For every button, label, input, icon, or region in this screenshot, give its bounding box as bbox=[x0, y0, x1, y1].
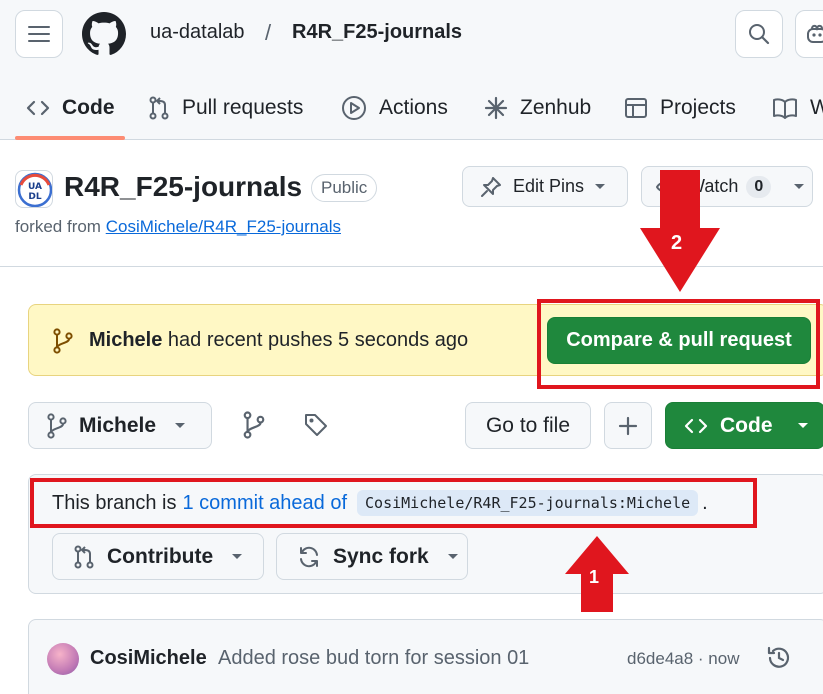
chevron-down-icon bbox=[595, 183, 606, 189]
code-icon bbox=[684, 418, 708, 433]
sync-icon bbox=[300, 546, 318, 567]
search-button[interactable] bbox=[735, 10, 783, 58]
copilot-icon bbox=[807, 24, 823, 43]
tab-wiki[interactable]: W bbox=[772, 88, 823, 128]
history-icon bbox=[767, 646, 790, 668]
edit-pins-label: Edit Pins bbox=[513, 176, 585, 196]
tab-code[interactable]: Code bbox=[26, 88, 115, 128]
annotation-arrow-down bbox=[640, 170, 720, 292]
forked-from: forked from CosiMichele/R4R_F25-journals bbox=[15, 217, 341, 237]
tab-actions-label: Actions bbox=[379, 96, 448, 119]
code-dropdown-button[interactable]: Code bbox=[665, 402, 823, 449]
pusher-name[interactable]: Michele bbox=[89, 329, 162, 351]
chevron-down-icon bbox=[447, 553, 458, 559]
actions-play-icon bbox=[342, 96, 366, 120]
avatar[interactable] bbox=[47, 643, 79, 675]
tab-zenhub-label: Zenhub bbox=[520, 96, 592, 119]
sync-fork-label: Sync fork bbox=[333, 544, 429, 568]
tab-wiki-label: W bbox=[810, 96, 823, 119]
tab-pull-requests[interactable]: Pull requests bbox=[148, 88, 303, 128]
tab-code-label: Code bbox=[62, 96, 115, 119]
push-message: had recent pushes 5 seconds ago bbox=[162, 329, 469, 351]
plus-icon bbox=[618, 416, 638, 435]
forked-prefix: forked from bbox=[15, 217, 101, 236]
pin-icon bbox=[481, 176, 501, 197]
annotation-label-1: 1 bbox=[589, 567, 600, 587]
breadcrumb-owner[interactable]: ua-datalab bbox=[150, 21, 245, 44]
code-icon bbox=[26, 100, 50, 116]
annotation-label-2: 2 bbox=[671, 232, 683, 254]
forked-source-link[interactable]: CosiMichele/R4R_F25-journals bbox=[106, 217, 341, 236]
sync-fork-button[interactable]: Sync fork bbox=[276, 533, 468, 580]
branch-selector[interactable]: Michele bbox=[28, 402, 212, 449]
annotation-box-branch-status bbox=[30, 478, 757, 528]
add-file-button[interactable] bbox=[604, 402, 652, 449]
branch-icon bbox=[47, 412, 67, 439]
chevron-down-icon bbox=[794, 183, 805, 189]
avatar-text-top: UA bbox=[28, 182, 42, 192]
breadcrumb-repo[interactable]: R4R_F25-journals bbox=[292, 21, 462, 44]
projects-table-icon bbox=[625, 98, 647, 118]
commit-history-button[interactable] bbox=[765, 644, 793, 677]
contribute-button[interactable]: Contribute bbox=[52, 533, 264, 580]
code-button-label: Code bbox=[720, 413, 773, 437]
branch-name: Michele bbox=[79, 413, 157, 437]
branch-icon bbox=[243, 411, 265, 439]
copilot-button[interactable] bbox=[795, 10, 823, 58]
commit-author[interactable]: CosiMichele bbox=[90, 647, 207, 670]
tab-pull-requests-label: Pull requests bbox=[182, 96, 304, 119]
search-icon bbox=[749, 24, 770, 45]
edit-pins-button[interactable]: Edit Pins bbox=[462, 166, 628, 207]
watch-count: 0 bbox=[746, 175, 772, 198]
repo-owner-avatar[interactable]: UA DL bbox=[15, 170, 53, 208]
tab-projects-label: Projects bbox=[660, 96, 736, 119]
contribute-label: Contribute bbox=[107, 544, 214, 568]
repo-title[interactable]: R4R_F25-journals bbox=[64, 171, 302, 203]
tag-icon bbox=[305, 414, 327, 436]
branch-icon bbox=[53, 328, 73, 354]
tab-projects[interactable]: Projects bbox=[624, 88, 736, 128]
tab-actions[interactable]: Actions bbox=[341, 88, 448, 128]
menu-button[interactable] bbox=[15, 10, 63, 58]
active-tab-indicator bbox=[15, 136, 125, 140]
chevron-down-icon bbox=[175, 422, 186, 428]
annotation-box-compare bbox=[537, 299, 820, 389]
hamburger-icon bbox=[28, 26, 50, 42]
wiki-book-icon bbox=[773, 98, 797, 119]
chevron-down-icon bbox=[232, 553, 243, 559]
github-logo-icon[interactable] bbox=[82, 12, 126, 56]
recent-pushes-text: Michele had recent pushes 5 seconds ago bbox=[89, 329, 468, 352]
commit-message[interactable]: Added rose bud torn for session 01 bbox=[218, 647, 529, 670]
commit-sha-time[interactable]: d6de4a8 · now bbox=[627, 649, 739, 669]
pull-request-icon bbox=[149, 96, 169, 120]
chevron-down-icon bbox=[797, 422, 808, 428]
breadcrumb-separator: / bbox=[265, 20, 272, 45]
pull-request-icon bbox=[74, 545, 94, 568]
tab-zenhub[interactable]: Zenhub bbox=[484, 88, 591, 128]
go-to-file-button[interactable]: Go to file bbox=[465, 402, 591, 449]
branches-link[interactable] bbox=[243, 411, 265, 439]
avatar-text-bottom: DL bbox=[28, 192, 41, 202]
visibility-badge: Public bbox=[311, 174, 378, 202]
zenhub-icon bbox=[484, 96, 508, 120]
tags-link[interactable] bbox=[303, 412, 329, 438]
